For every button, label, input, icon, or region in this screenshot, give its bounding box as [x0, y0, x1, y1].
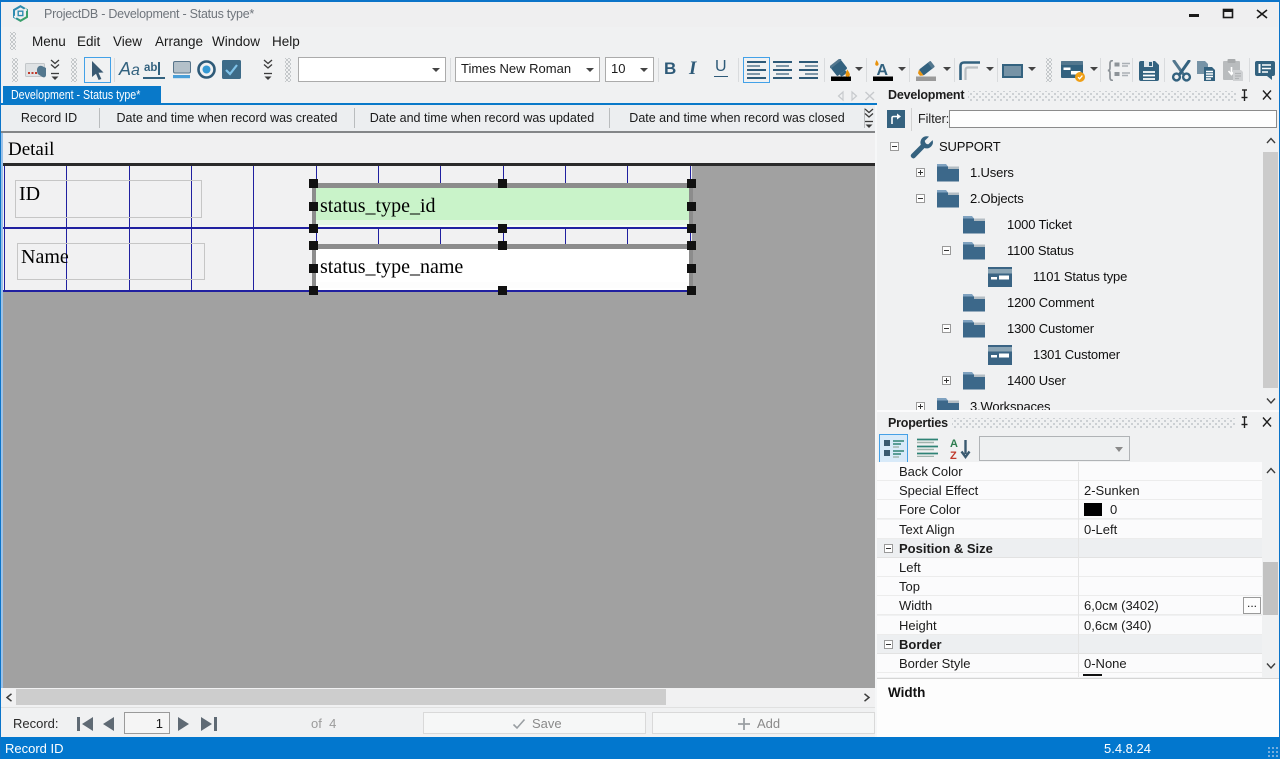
- svg-text:Z: Z: [950, 450, 957, 460]
- svg-text:A: A: [950, 438, 958, 450]
